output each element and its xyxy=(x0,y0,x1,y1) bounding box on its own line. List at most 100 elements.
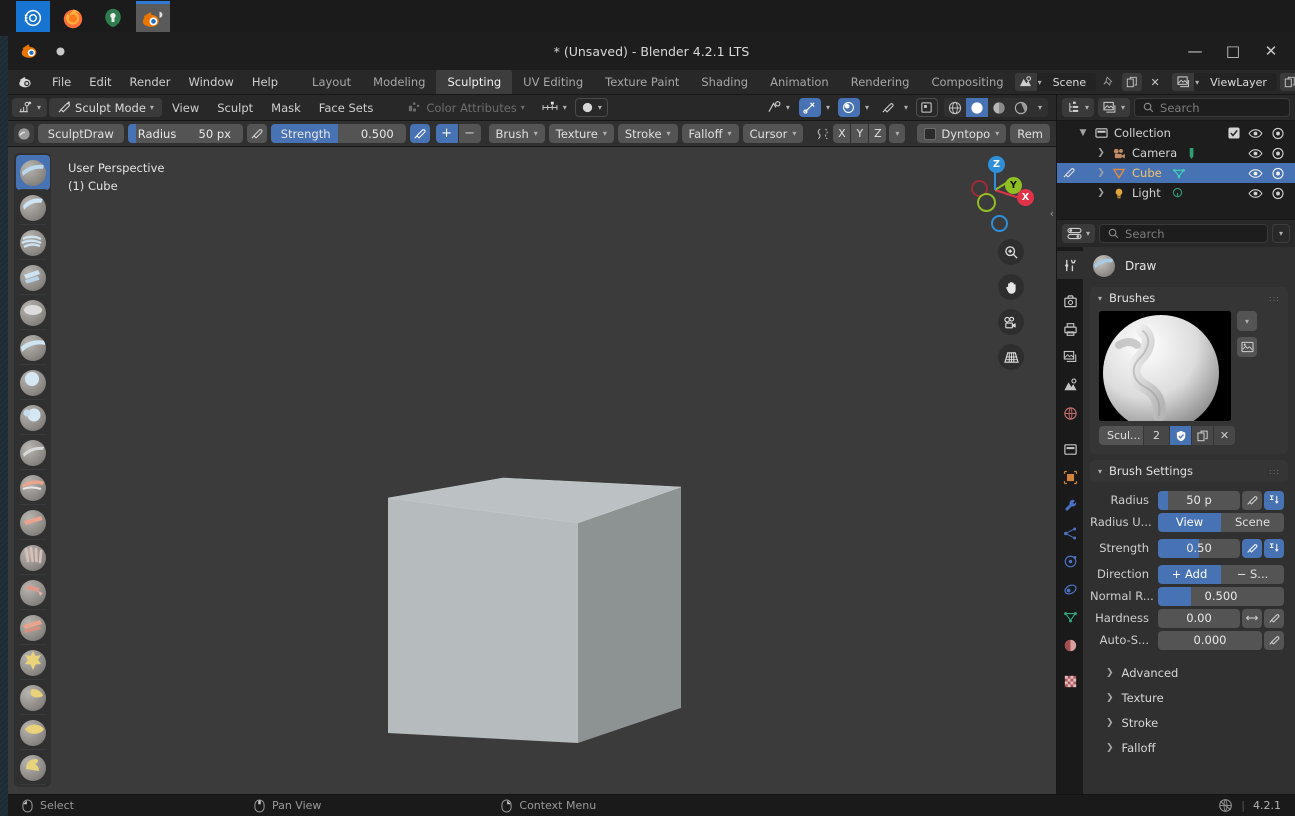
visibility-selector[interactable]: ▾ xyxy=(761,98,796,117)
view-layer-selector[interactable]: ▾ ViewLayer xyxy=(1172,73,1277,91)
viewport-menu-mask[interactable]: Mask xyxy=(263,101,309,115)
radius-unit-scene-option[interactable]: Scene xyxy=(1221,512,1284,532)
physics-tab[interactable] xyxy=(1057,547,1083,575)
strength-unit-icon[interactable] xyxy=(1264,538,1284,558)
world-tab[interactable] xyxy=(1057,399,1083,427)
camera-render-icon[interactable] xyxy=(1271,187,1285,200)
outliner-row-camera[interactable]: ❯ Camera xyxy=(1057,143,1295,163)
particles-tab[interactable] xyxy=(1057,519,1083,547)
modifier-tab[interactable] xyxy=(1057,491,1083,519)
tab-modeling[interactable]: Modeling xyxy=(362,69,436,94)
properties-search-input[interactable]: Search xyxy=(1099,224,1268,243)
gizmo-axis-neg-z[interactable] xyxy=(991,215,1008,232)
viewport-canvas[interactable]: User Perspective (1) Cube Z Y X ‹ xyxy=(8,147,1056,794)
brush-id-name[interactable]: Scul... xyxy=(1099,426,1143,445)
falloff-dropdown[interactable]: Falloff ▾ xyxy=(681,124,739,143)
tab-layout[interactable]: Layout xyxy=(301,69,362,94)
delete-scene-button[interactable]: ✕ xyxy=(1145,73,1165,91)
pan-hand-icon[interactable] xyxy=(998,274,1024,300)
hardness-slider[interactable]: 0.00 xyxy=(1158,608,1240,628)
tab-rendering[interactable]: Rendering xyxy=(840,69,921,94)
collection-tab[interactable] xyxy=(1057,435,1083,463)
brush-preview-icon[interactable] xyxy=(14,124,34,143)
cursor-dropdown[interactable]: Cursor ▾ xyxy=(742,124,804,143)
maximize-button[interactable]: □ xyxy=(1225,43,1241,59)
menu-help[interactable]: Help xyxy=(243,70,287,94)
menu-window[interactable]: Window xyxy=(179,70,242,94)
tool-draw-sharp[interactable] xyxy=(16,190,50,225)
radius-pressure-icon[interactable] xyxy=(246,124,267,143)
stroke-dropdown[interactable]: Stroke ▾ xyxy=(617,124,678,143)
collection-checkbox[interactable] xyxy=(1228,127,1240,139)
tool-layer[interactable] xyxy=(16,330,50,365)
tool-snake-hook[interactable] xyxy=(16,750,50,785)
new-view-layer-button[interactable] xyxy=(1279,73,1295,91)
x-icon[interactable]: ✕ xyxy=(1214,426,1235,445)
brush-preview-dropdown[interactable]: ▾ xyxy=(1237,311,1257,331)
viewport-menu-sculpt[interactable]: Sculpt xyxy=(209,101,261,115)
subpanel-advanced[interactable]: ❯ Advanced xyxy=(1090,660,1284,685)
subpanel-stroke[interactable]: ❯ Stroke xyxy=(1090,710,1284,735)
menu-edit[interactable]: Edit xyxy=(80,70,120,94)
outliner-row-light[interactable]: ❯ Light xyxy=(1057,183,1295,203)
tool-pinch[interactable] xyxy=(16,645,50,680)
hardness-pressure-icon[interactable] xyxy=(1264,608,1284,628)
dyntopo-toggle[interactable]: Dyntopo ▾ xyxy=(917,124,1007,143)
symmetry-x-button[interactable]: X xyxy=(833,124,851,143)
shading-wireframe-icon[interactable] xyxy=(944,98,966,117)
tool-elastic-deform[interactable] xyxy=(16,715,50,750)
new-scene-button[interactable] xyxy=(1122,73,1143,91)
brush-options-dropdown[interactable]: ▾ xyxy=(899,98,913,117)
tab-sculpting[interactable]: Sculpting xyxy=(436,69,513,94)
output-tab[interactable] xyxy=(1057,315,1083,343)
chevron-down-icon[interactable]: ▾ xyxy=(1098,467,1102,476)
app-icon-blender[interactable] xyxy=(136,1,170,35)
properties-options-dropdown[interactable]: ▾ xyxy=(1271,224,1290,243)
shading-options-dropdown[interactable]: ▾ xyxy=(1032,98,1048,117)
tool-clay-strips[interactable] xyxy=(16,260,50,295)
strength-slider[interactable]: Strength 0.500 xyxy=(270,124,406,143)
tool-draw[interactable] xyxy=(15,155,50,190)
eye-icon[interactable] xyxy=(1248,148,1263,159)
brush-falloff-icon[interactable] xyxy=(877,98,899,117)
brush-name-field[interactable]: SculptDraw xyxy=(37,124,124,143)
properties-editor-type-selector[interactable]: ▾ xyxy=(1062,224,1096,243)
gizmo-axis-z[interactable]: Z xyxy=(988,156,1005,173)
radius-slider[interactable]: Radius 50 px xyxy=(127,124,243,143)
brush-settings-panel-header[interactable]: ▾ Brush Settings ::: xyxy=(1090,460,1288,482)
tab-animation[interactable]: Animation xyxy=(759,69,840,94)
tool-inflate[interactable] xyxy=(16,365,50,400)
dyntopo-checkbox[interactable] xyxy=(924,127,937,140)
outliner-row-collection[interactable]: ▼ Collection xyxy=(1057,123,1295,143)
gizmo-axis-neg-y[interactable] xyxy=(977,193,996,212)
drag-handle-icon[interactable]: ::: xyxy=(1269,467,1280,475)
data-tab[interactable] xyxy=(1057,603,1083,631)
drag-handle-icon[interactable]: ::: xyxy=(1269,294,1280,302)
eye-icon[interactable] xyxy=(1248,188,1263,199)
menu-file[interactable]: File xyxy=(43,70,80,94)
tool-blob[interactable] xyxy=(16,400,50,435)
camera-view-icon[interactable] xyxy=(998,309,1024,335)
tool-scrape[interactable] xyxy=(16,575,50,610)
expand-arrow-icon[interactable]: ❯ xyxy=(1093,168,1109,178)
direction-subtract-button[interactable]: − xyxy=(458,124,481,143)
viewport-menu-face-sets[interactable]: Face Sets xyxy=(311,101,382,115)
navigation-gizmo[interactable]: Z Y X xyxy=(958,153,1034,232)
render-tab[interactable] xyxy=(1057,287,1083,315)
editor-type-selector[interactable]: ▾ xyxy=(12,98,48,117)
texture-dropdown[interactable]: Texture ▾ xyxy=(548,124,614,143)
radius-unit-view-option[interactable]: View xyxy=(1158,512,1221,532)
app-icon-tools[interactable] xyxy=(96,1,130,35)
brush-preview-image[interactable] xyxy=(1099,311,1231,421)
material-tab[interactable] xyxy=(1057,631,1083,659)
auto-smooth-pressure-icon[interactable] xyxy=(1264,630,1284,650)
tool-smooth[interactable] xyxy=(16,470,50,505)
camera-render-icon[interactable] xyxy=(1271,127,1285,140)
expand-arrow-icon[interactable]: ❯ xyxy=(1093,148,1109,158)
scene-tab[interactable] xyxy=(1057,371,1083,399)
brush-dropdown[interactable]: Brush ▾ xyxy=(488,124,545,143)
normal-radius-slider[interactable]: 0.500 xyxy=(1158,586,1284,606)
strength-pressure-icon[interactable] xyxy=(1242,538,1262,558)
app-icon-settings[interactable] xyxy=(16,1,50,35)
gizmo-axis-x[interactable]: X xyxy=(1017,189,1034,206)
